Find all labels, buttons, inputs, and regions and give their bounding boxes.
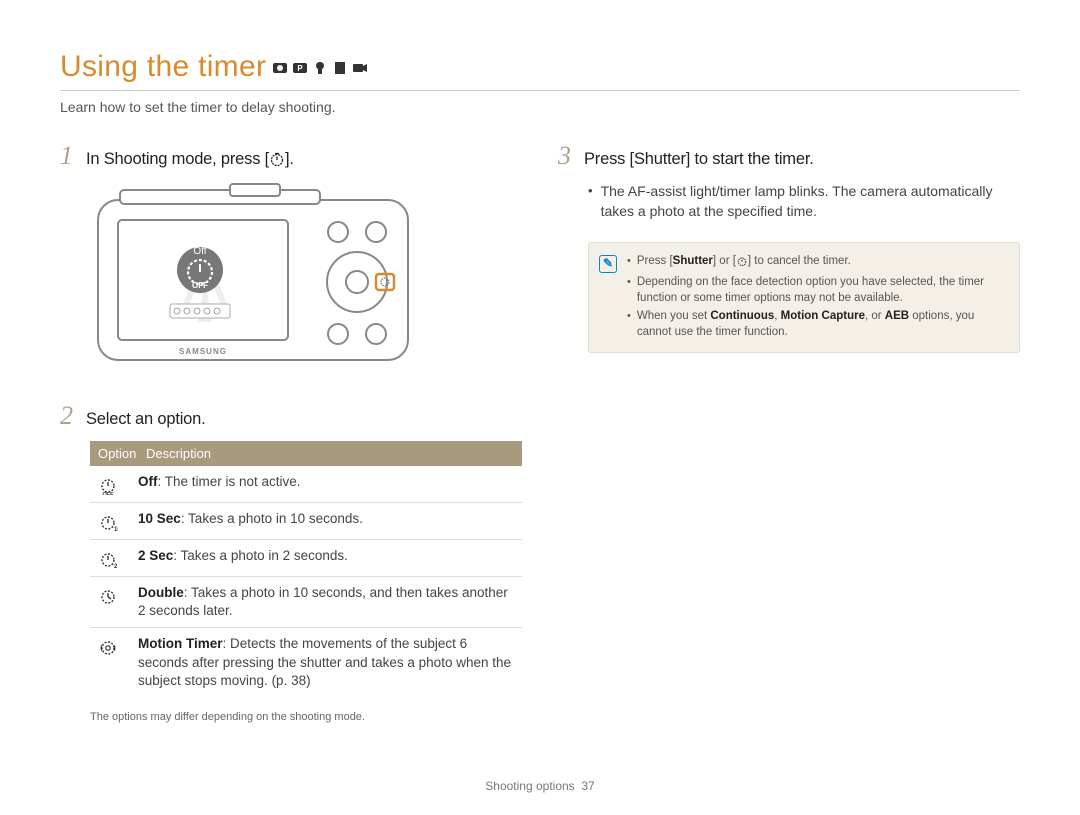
svg-text:P: P	[298, 64, 304, 73]
timer-double-icon	[94, 584, 138, 606]
timer-small-icon	[736, 255, 748, 272]
svg-text:OFF: OFF	[192, 281, 208, 290]
camera-brand: SAMSUNG	[179, 347, 227, 356]
camera-screen-off-label: Off	[193, 246, 206, 257]
table-header: Option Description	[90, 441, 522, 466]
svg-text:10: 10	[114, 527, 118, 532]
page-title: Using the timer	[60, 50, 266, 84]
step-1: 1 In Shooting mode, press [].	[60, 141, 522, 172]
left-column: 1 In Shooting mode, press [].	[60, 141, 522, 723]
mode-program-icon: P	[292, 60, 308, 76]
table-head-desc: Description	[146, 446, 211, 461]
table-row: 10 10 Sec: Takes a photo in 10 seconds.	[90, 503, 522, 540]
mode-icons: P	[272, 60, 368, 76]
timer-2sec-icon: 2	[94, 547, 138, 569]
note-item: • Press [Shutter] or [] to cancel the ti…	[627, 253, 1007, 272]
table-footnote: The options may differ depending on the …	[90, 711, 522, 723]
step-2-text: Select an option.	[86, 410, 206, 429]
page-footer: Shooting options 37	[0, 779, 1080, 793]
mode-auto-icon	[272, 60, 288, 76]
mode-movie-icon	[352, 60, 368, 76]
options-table: Option Description OFF Off: The timer is…	[90, 441, 522, 697]
step-2-num: 2	[60, 401, 74, 431]
bullet-icon: •	[588, 181, 593, 222]
table-head-option: Option	[98, 446, 146, 461]
page-subtitle: Learn how to set the timer to delay shoo…	[60, 99, 1020, 115]
timer-button-icon	[269, 151, 285, 172]
svg-text:OFF: OFF	[103, 492, 115, 495]
timer-10sec-icon: 10	[94, 510, 138, 532]
table-row: Double: Takes a photo in 10 seconds, and…	[90, 577, 522, 628]
step-3-num: 3	[558, 141, 572, 171]
table-row: 2 2 Sec: Takes a photo in 2 seconds.	[90, 540, 522, 577]
note-item: • When you set Continuous, Motion Captur…	[627, 308, 1007, 340]
title-row: Using the timer P	[60, 50, 1020, 91]
table-row: OFF Off: The timer is not active.	[90, 466, 522, 503]
step-3-text: Press [Shutter] to start the timer.	[584, 150, 814, 169]
step-3-body: • The AF-assist light/timer lamp blinks.…	[588, 181, 1020, 222]
step-1-text: In Shooting mode, press [].	[86, 150, 294, 172]
mode-dis-icon	[312, 60, 328, 76]
note-item: • Depending on the face detection option…	[627, 274, 1007, 306]
timer-motion-icon	[94, 635, 138, 657]
step-2: 2 Select an option.	[60, 401, 522, 431]
svg-text:2: 2	[114, 564, 118, 569]
note-icon: ✎	[599, 255, 617, 273]
note-box: ✎ • Press [Shutter] or [] to cancel the …	[588, 242, 1020, 353]
camera-illustration: Off OFF SAMSUNG	[90, 182, 522, 377]
table-row: Motion Timer: Detects the movements of t…	[90, 628, 522, 697]
right-column: 3 Press [Shutter] to start the timer. • …	[558, 141, 1020, 723]
step-3: 3 Press [Shutter] to start the timer.	[558, 141, 1020, 171]
mode-scene-icon	[332, 60, 348, 76]
timer-off-icon: OFF	[94, 473, 138, 495]
step-1-num: 1	[60, 141, 74, 171]
